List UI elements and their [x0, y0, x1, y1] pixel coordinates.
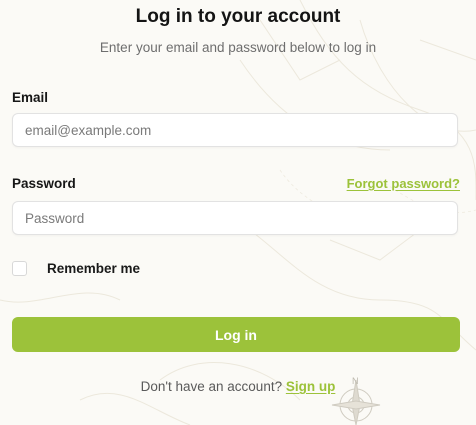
signup-prompt: Don't have an account? Sign up [0, 379, 476, 394]
password-field[interactable] [12, 201, 458, 235]
email-field[interactable] [12, 113, 458, 147]
page-subtitle: Enter your email and password below to l… [99, 40, 377, 55]
remember-me-label[interactable]: Remember me [47, 261, 140, 276]
signup-link[interactable]: Sign up [286, 379, 336, 394]
login-button[interactable]: Log in [12, 317, 460, 352]
remember-me-checkbox[interactable] [12, 261, 27, 276]
signup-prompt-text: Don't have an account? [140, 379, 286, 394]
password-label: Password [12, 176, 76, 191]
forgot-password-link[interactable]: Forgot password? [347, 176, 460, 191]
email-label: Email [12, 90, 49, 105]
page-title: Log in to your account [135, 6, 341, 27]
